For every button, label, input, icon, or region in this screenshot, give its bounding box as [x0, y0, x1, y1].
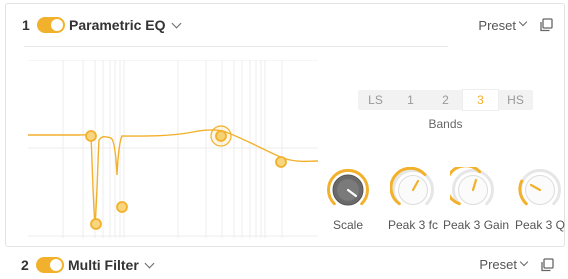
- band-option-hs[interactable]: HS: [498, 90, 533, 110]
- knob-scale[interactable]: Scale: [318, 167, 378, 232]
- knob-peak3-q[interactable]: Peak 3 Q: [510, 167, 568, 232]
- band-selector: LS 1 2 3 HS: [358, 90, 533, 110]
- band-option-ls[interactable]: LS: [358, 90, 393, 110]
- chevron-down-icon: [144, 258, 155, 268]
- module-index: 1: [22, 17, 30, 33]
- preset-dropdown[interactable]: Preset: [479, 257, 529, 272]
- knob-label: Scale: [332, 218, 364, 232]
- band-handle-hs: [275, 156, 287, 168]
- toggle-knob: [51, 19, 63, 31]
- knob-peak3-q-dial[interactable]: [517, 167, 563, 213]
- preset-dropdown[interactable]: Preset: [478, 17, 528, 33]
- band-handle-3-selected-ring: [210, 125, 232, 147]
- knob-peak3-gain[interactable]: Peak 3 Gain: [443, 167, 510, 232]
- preset-label: Preset: [478, 17, 516, 33]
- eq-graph[interactable]: [28, 60, 318, 238]
- copy-icon[interactable]: [540, 257, 554, 272]
- toggle-knob: [50, 258, 62, 271]
- module-title-text: Parametric EQ: [69, 17, 166, 33]
- band-handle-1: [90, 218, 102, 230]
- header-divider: [24, 46, 448, 47]
- knob-peak3-fc-dial[interactable]: [390, 167, 436, 213]
- copy-icon[interactable]: [539, 18, 553, 32]
- knob-peak3-fc[interactable]: Peak 3 fc: [383, 167, 443, 232]
- module-title[interactable]: Multi Filter: [68, 256, 155, 273]
- module-panel-parametric-eq: 1 Parametric EQ Preset LS 1 2 3 HS Bands…: [5, 3, 565, 247]
- module-enable-toggle[interactable]: [37, 17, 65, 33]
- knob-peak3-gain-dial[interactable]: [450, 167, 496, 213]
- module-index: 2: [21, 256, 29, 273]
- module-title-text: Multi Filter: [68, 256, 139, 273]
- band-handle-ls: [85, 130, 97, 142]
- knob-label: Peak 3 Q: [514, 218, 566, 232]
- knob-label: Peak 3 Gain: [443, 218, 510, 232]
- grid: [28, 60, 318, 238]
- knob-label: Peak 3 fc: [387, 218, 439, 232]
- preset-label: Preset: [479, 257, 517, 272]
- chevron-down-icon: [519, 257, 529, 266]
- module-header-multi-filter: 2 Multi Filter Preset: [5, 250, 565, 279]
- knob-scale-dial[interactable]: [325, 167, 371, 213]
- bands-label: Bands: [428, 117, 463, 131]
- band-handle-2: [116, 201, 128, 213]
- chevron-down-icon: [171, 18, 181, 29]
- module-enable-toggle[interactable]: [36, 256, 64, 273]
- band-option-3[interactable]: 3: [463, 90, 498, 110]
- eq-response-curve: [28, 129, 318, 226]
- module-title[interactable]: Parametric EQ: [69, 17, 181, 33]
- band-option-2[interactable]: 2: [428, 90, 463, 110]
- chevron-down-icon: [518, 17, 528, 27]
- band-option-1[interactable]: 1: [393, 90, 428, 110]
- module-header: 1 Parametric EQ Preset: [6, 4, 564, 46]
